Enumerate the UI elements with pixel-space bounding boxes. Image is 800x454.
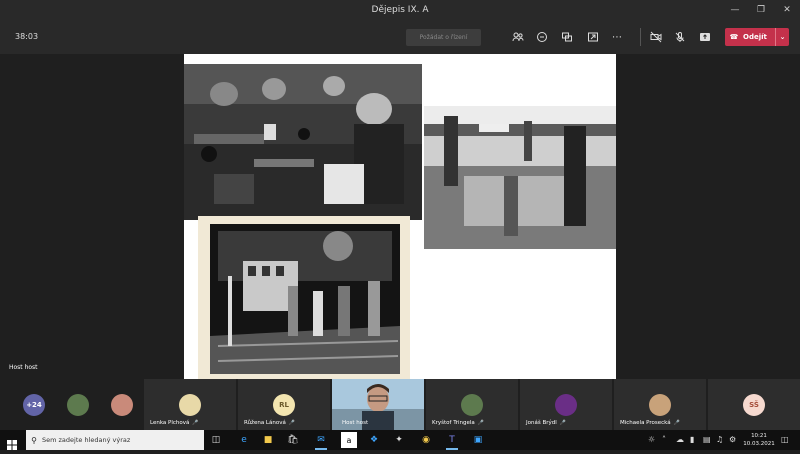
presenter-name: Host host <box>9 364 38 371</box>
participants-icon[interactable] <box>511 30 525 44</box>
weather-icon[interactable]: ☼ <box>648 435 655 444</box>
avatar <box>179 394 201 416</box>
dropbox-icon[interactable]: ❖ <box>366 432 382 448</box>
mic-off-icon[interactable] <box>673 30 687 44</box>
participant-tile[interactable]: RL Růžena Lánová 🎤 <box>238 379 330 430</box>
shared-slide <box>184 54 616 379</box>
avatar <box>555 394 577 416</box>
avatar <box>111 394 133 416</box>
photo-etching-artwork <box>198 216 410 379</box>
amazon-icon[interactable]: a <box>341 432 357 448</box>
tidal-icon[interactable]: ✦ <box>391 432 407 448</box>
onedrive-icon[interactable]: ☁ <box>676 435 684 444</box>
leave-button[interactable]: ☎ Odejít ⌄ <box>725 28 789 46</box>
clock-date: 10.03.2021 <box>743 441 775 447</box>
chat-icon[interactable] <box>535 30 549 44</box>
photo-sewing-factory <box>184 64 422 220</box>
phone-hangup-icon: ☎ <box>729 33 739 41</box>
file-explorer-icon[interactable]: ■ <box>260 432 276 448</box>
windows-start-icon[interactable] <box>7 435 17 450</box>
photo-trench-workers <box>424 106 616 249</box>
participant-tile[interactable]: Jonáš Brýdl 🎤 <box>520 379 612 430</box>
participant-tile[interactable]: Lenka Plchová 🎤 <box>144 379 236 430</box>
camera-off-icon[interactable] <box>649 30 663 44</box>
avatar <box>461 394 483 416</box>
avatar <box>67 394 89 416</box>
participant-name: Lenka Plchová 🎤 <box>150 420 199 426</box>
close-window-icon[interactable]: ✕ <box>774 0 800 20</box>
participant-name: Kryštof Tringela 🎤 <box>432 420 485 426</box>
avatar <box>649 394 671 416</box>
mic-off-icon: 🎤 <box>477 420 485 426</box>
maximize-icon[interactable]: ❐ <box>748 0 774 20</box>
participant-tile[interactable]: Kryštof Tringela 🎤 <box>426 379 518 430</box>
language-icon[interactable]: ⚙ <box>729 435 736 444</box>
mic-off-icon: 🎤 <box>288 420 296 426</box>
participant-name: Michaela Prosecká 🎤 <box>620 420 680 426</box>
volume-icon[interactable]: ♫ <box>716 435 723 444</box>
share-content-icon[interactable] <box>698 30 712 44</box>
chevron-down-icon[interactable]: ⌄ <box>775 28 789 46</box>
windows-taskbar: ⚲ Sem zadejte hledaný výraz ◫ e ■ 🛍 ✉ a … <box>0 430 800 450</box>
teams-icon[interactable]: T <box>444 432 460 450</box>
mic-off-icon: 🎤 <box>673 420 680 426</box>
photos-icon[interactable]: ▣ <box>470 432 486 448</box>
window-title: Dějepis IX. A <box>371 5 429 15</box>
network-icon[interactable]: ▤ <box>703 435 711 444</box>
host-video-tile[interactable]: Host host <box>332 379 424 430</box>
request-control-button[interactable]: Požádat o řízení <box>406 29 481 46</box>
breakout-rooms-icon[interactable] <box>560 30 574 44</box>
taskbar-search-box[interactable]: ⚲ Sem zadejte hledaný výraz <box>26 430 204 450</box>
window-titlebar: Dějepis IX. A — ❐ ✕ <box>0 0 800 20</box>
task-view-icon[interactable]: ◫ <box>208 432 224 448</box>
search-placeholder: Sem zadejte hledaný výraz <box>42 436 131 444</box>
window-controls: — ❐ ✕ <box>722 0 800 20</box>
shared-screen-stage: Host host <box>0 54 800 379</box>
notifications-icon[interactable]: ◫ <box>781 435 793 445</box>
share-tray-icon[interactable] <box>586 30 600 44</box>
participant-tile[interactable]: SŠ <box>708 379 800 430</box>
chevron-up-icon[interactable]: ˄ <box>662 435 666 444</box>
chrome-icon[interactable]: ◉ <box>418 432 434 448</box>
participant-tile[interactable]: Michaela Prosecká 🎤 <box>614 379 706 430</box>
participant-name: Růžena Lánová 🎤 <box>244 420 296 426</box>
search-icon: ⚲ <box>31 435 37 445</box>
participants-strip: +24 Lenka Plchová 🎤 RL Růžena Lánová 🎤 Hos… <box>0 379 800 430</box>
store-icon[interactable]: 🛍 <box>285 432 301 448</box>
more-options-icon[interactable]: ⋯ <box>610 30 624 44</box>
meeting-timer: 38:03 <box>15 32 39 41</box>
mic-off-icon: 🎤 <box>192 420 199 426</box>
toolbar-divider <box>640 28 641 46</box>
edge-browser-icon[interactable]: e <box>236 432 252 448</box>
participant-name: Host host <box>342 420 369 426</box>
mic-off-icon: 🎤 <box>559 420 566 426</box>
minimize-icon[interactable]: — <box>722 0 748 20</box>
taskbar-clock[interactable]: 10:21 10.03.2021 <box>742 432 776 448</box>
meeting-toolbar: 38:03 Požádat o řízení ⋯ ☎ Odejít ⌄ <box>0 20 800 54</box>
avatar: RL <box>273 394 295 416</box>
clock-time: 10:21 <box>751 433 767 439</box>
leave-label: Odejít <box>743 33 767 41</box>
participant-name: Jonáš Brýdl 🎤 <box>526 420 566 426</box>
mail-icon[interactable]: ✉ <box>313 432 329 450</box>
battery-icon[interactable]: ▮ <box>690 435 694 444</box>
more-participants-badge[interactable]: +24 <box>23 394 45 416</box>
avatar: SŠ <box>743 394 765 416</box>
